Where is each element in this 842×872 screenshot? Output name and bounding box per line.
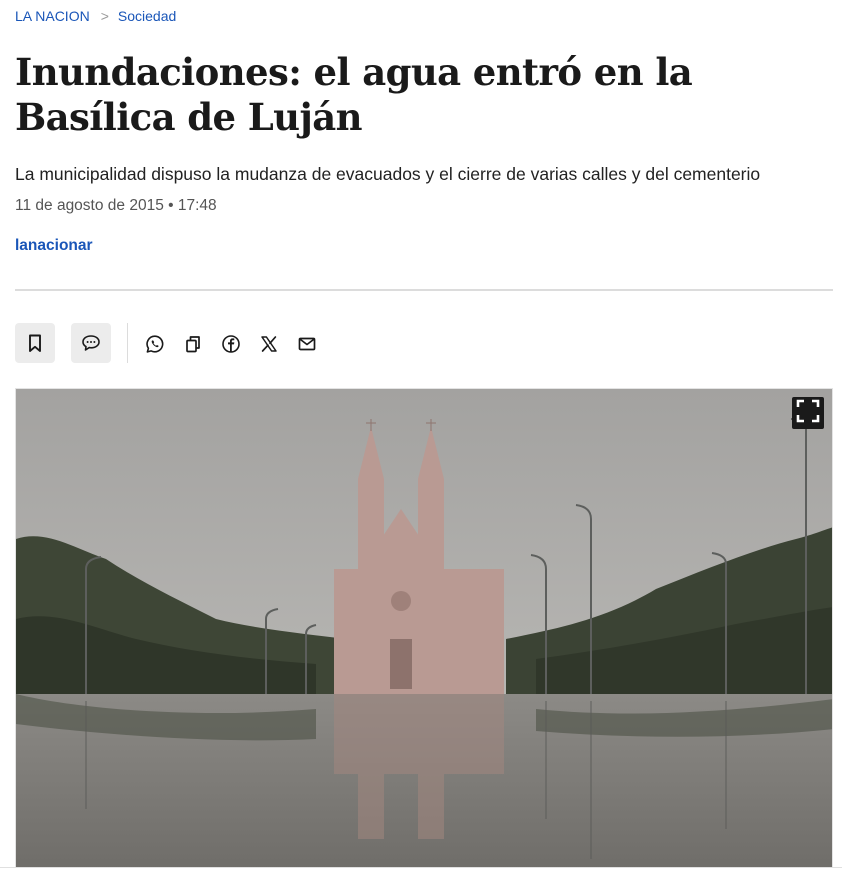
breadcrumb-separator: > (100, 8, 109, 24)
share-email-button[interactable] (296, 333, 318, 355)
article-subtitle: La municipalidad dispuso la mudanza de e… (15, 164, 761, 184)
bottom-divider (0, 867, 842, 868)
breadcrumb-home-link[interactable]: LA NACION (15, 8, 90, 24)
email-icon (297, 334, 317, 354)
flooded-basilica-image (16, 389, 832, 867)
fullscreen-button[interactable] (792, 397, 824, 429)
breadcrumb: LA NACION > Sociedad (15, 8, 176, 24)
save-article-button[interactable] (15, 323, 55, 363)
whatsapp-icon (145, 334, 165, 354)
breadcrumb-section-link[interactable]: Sociedad (118, 8, 176, 24)
share-facebook-button[interactable] (220, 333, 242, 355)
article-photo (15, 388, 833, 868)
copy-link-button[interactable] (182, 333, 204, 355)
article-actions-bar (15, 323, 833, 363)
bookmark-icon (25, 333, 45, 353)
author-link[interactable]: lanacionar (15, 237, 93, 255)
share-x-button[interactable] (258, 333, 280, 355)
fullscreen-icon (795, 398, 821, 429)
copy-link-icon (183, 334, 203, 354)
comments-button[interactable] (71, 323, 111, 363)
article-headline: Inundaciones: el agua entró en la Basíli… (15, 50, 693, 139)
comment-icon (81, 333, 101, 353)
x-icon (259, 334, 279, 354)
facebook-icon (221, 334, 241, 354)
actions-separator (127, 323, 128, 363)
header-divider (15, 289, 833, 291)
share-whatsapp-button[interactable] (144, 333, 166, 355)
article-dateline: 11 de agosto de 2015 • 17:48 (15, 197, 217, 214)
